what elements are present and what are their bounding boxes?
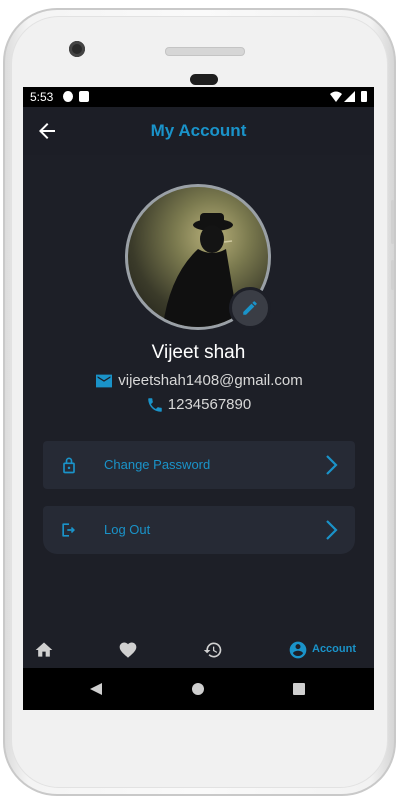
profile-phone: 1234567890 [167,396,252,413]
system-back-icon[interactable] [90,683,102,695]
system-home-icon[interactable] [192,683,204,695]
profile-email: vijeetshah1408@gmail.com [118,372,303,389]
system-navigation-bar [23,668,374,710]
system-recents-icon[interactable] [293,683,305,695]
profile-name: Vijeet shah [151,342,246,363]
app-screen: 5:53 My Account Vijeet shah vijeetshah14… [23,87,374,710]
top-speaker [165,47,245,56]
history-icon[interactable] [203,640,223,660]
notification-icon [63,91,73,102]
log-out-button[interactable]: Log Out [43,506,355,554]
front-camera [69,41,85,57]
email-icon [96,374,113,388]
lock-icon [63,457,75,474]
power-button [391,260,394,290]
phone-row: 1234567890 [23,396,374,414]
chevron-right-icon [326,520,338,540]
email-row: vijeetshah1408@gmail.com [23,372,374,389]
status-time: 5:53 [30,90,54,104]
bottom-navigation: Account [23,632,374,668]
page-title: My Account [150,121,247,140]
nav-account-label: Account [312,643,356,655]
volume-button [391,200,394,244]
heart-icon[interactable] [118,640,138,660]
chevron-right-icon [326,455,338,475]
wifi-icon [330,91,342,102]
status-bar: 5:53 [23,87,374,107]
account-icon [289,641,307,659]
pencil-icon [243,301,257,315]
phone-icon [148,398,162,412]
nav-item-account[interactable]: Account [288,640,368,660]
change-password-button[interactable]: Change Password [43,441,355,489]
battery-icon [361,91,367,102]
sd-card-icon [79,91,89,102]
app-bar: My Account [23,107,374,155]
log-out-label: Log Out [104,522,151,537]
home-icon[interactable] [34,640,54,660]
edit-avatar-button[interactable] [229,287,271,329]
cell-signal-icon [344,91,355,102]
change-password-label: Change Password [104,457,211,472]
earpiece [190,74,218,85]
logout-icon [62,523,75,537]
